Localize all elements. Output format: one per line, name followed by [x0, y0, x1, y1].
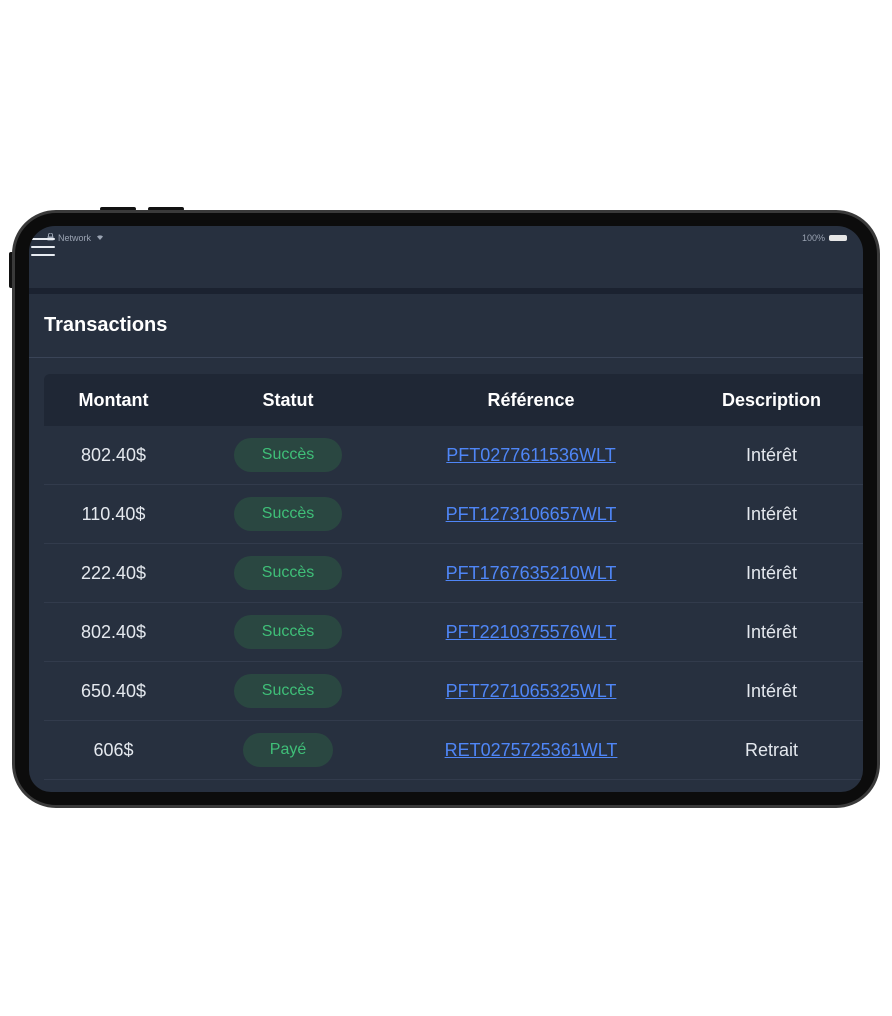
transactions-table: Montant Statut Référence Description 802…	[44, 374, 863, 784]
status-badge: Succès	[234, 497, 342, 531]
reference-link[interactable]: PFT1767635210WLT	[446, 563, 617, 583]
header-description: Description	[721, 389, 822, 410]
amount-cell: 222.40$	[80, 562, 147, 583]
wifi-icon	[95, 233, 105, 243]
description-cell: Retrait	[744, 739, 798, 760]
description-cell: Intérêt	[745, 444, 798, 465]
header-amount: Montant	[78, 389, 149, 410]
status-bar: Network 100%	[29, 226, 863, 250]
hamburger-menu-icon[interactable]	[31, 236, 55, 258]
status-right: 100%	[802, 233, 847, 243]
amount-cell: 110.40$	[81, 503, 146, 524]
table-row: 802.40$ Succès PFT2210375576WLT Intérêt	[44, 603, 863, 662]
status-badge: Payé	[243, 733, 333, 767]
status-badge: Succès	[234, 438, 342, 472]
table-row: 802.40$ Succès PFT0277611536WLT Intérêt	[44, 426, 863, 485]
table-row: 650.40$ Succès PFT7271065325WLT Intérêt	[44, 662, 863, 721]
page-header: Transactions	[29, 294, 863, 358]
table-row: 110.40$ Succès PFT1273106657WLT Intérêt	[44, 485, 863, 544]
amount-cell: 802.40$	[80, 444, 147, 465]
amount-cell: 650.40$	[80, 680, 147, 701]
description-cell: Intérêt	[745, 503, 798, 524]
status-left: Network	[47, 232, 105, 243]
reference-link[interactable]: RET0275725361WLT	[445, 740, 618, 760]
table-header: Montant Statut Référence Description	[44, 374, 863, 426]
description-cell: Intérêt	[745, 680, 798, 701]
app-screen: Network 100% Transactions Montant Statut…	[29, 226, 863, 792]
description-cell: Intérêt	[745, 621, 798, 642]
reference-link[interactable]: PFT7271065325WLT	[446, 681, 617, 701]
page-title: Transactions	[44, 314, 168, 336]
battery-icon	[829, 235, 847, 241]
network-label: Network	[58, 233, 92, 243]
amount-cell: 802.40$	[80, 621, 147, 642]
header-status: Statut	[262, 389, 314, 410]
description-cell: Intérêt	[745, 562, 798, 583]
status-badge: Succès	[234, 615, 342, 649]
battery-label: 100%	[801, 233, 825, 243]
header-reference: Référence	[487, 389, 575, 410]
status-badge: Succès	[234, 556, 342, 590]
table-row: 222.40$ Succès PFT1767635210WLT Intérêt	[44, 544, 863, 603]
reference-link[interactable]: PFT1273106657WLT	[446, 504, 617, 524]
table-row: 606$ Payé RET0275725361WLT Retrait	[44, 721, 863, 780]
amount-cell: 606$	[93, 739, 134, 760]
reference-link[interactable]: PFT2210375576WLT	[446, 622, 617, 642]
reference-link[interactable]: PFT0277611536WLT	[446, 445, 615, 465]
status-badge: Succès	[234, 674, 342, 708]
